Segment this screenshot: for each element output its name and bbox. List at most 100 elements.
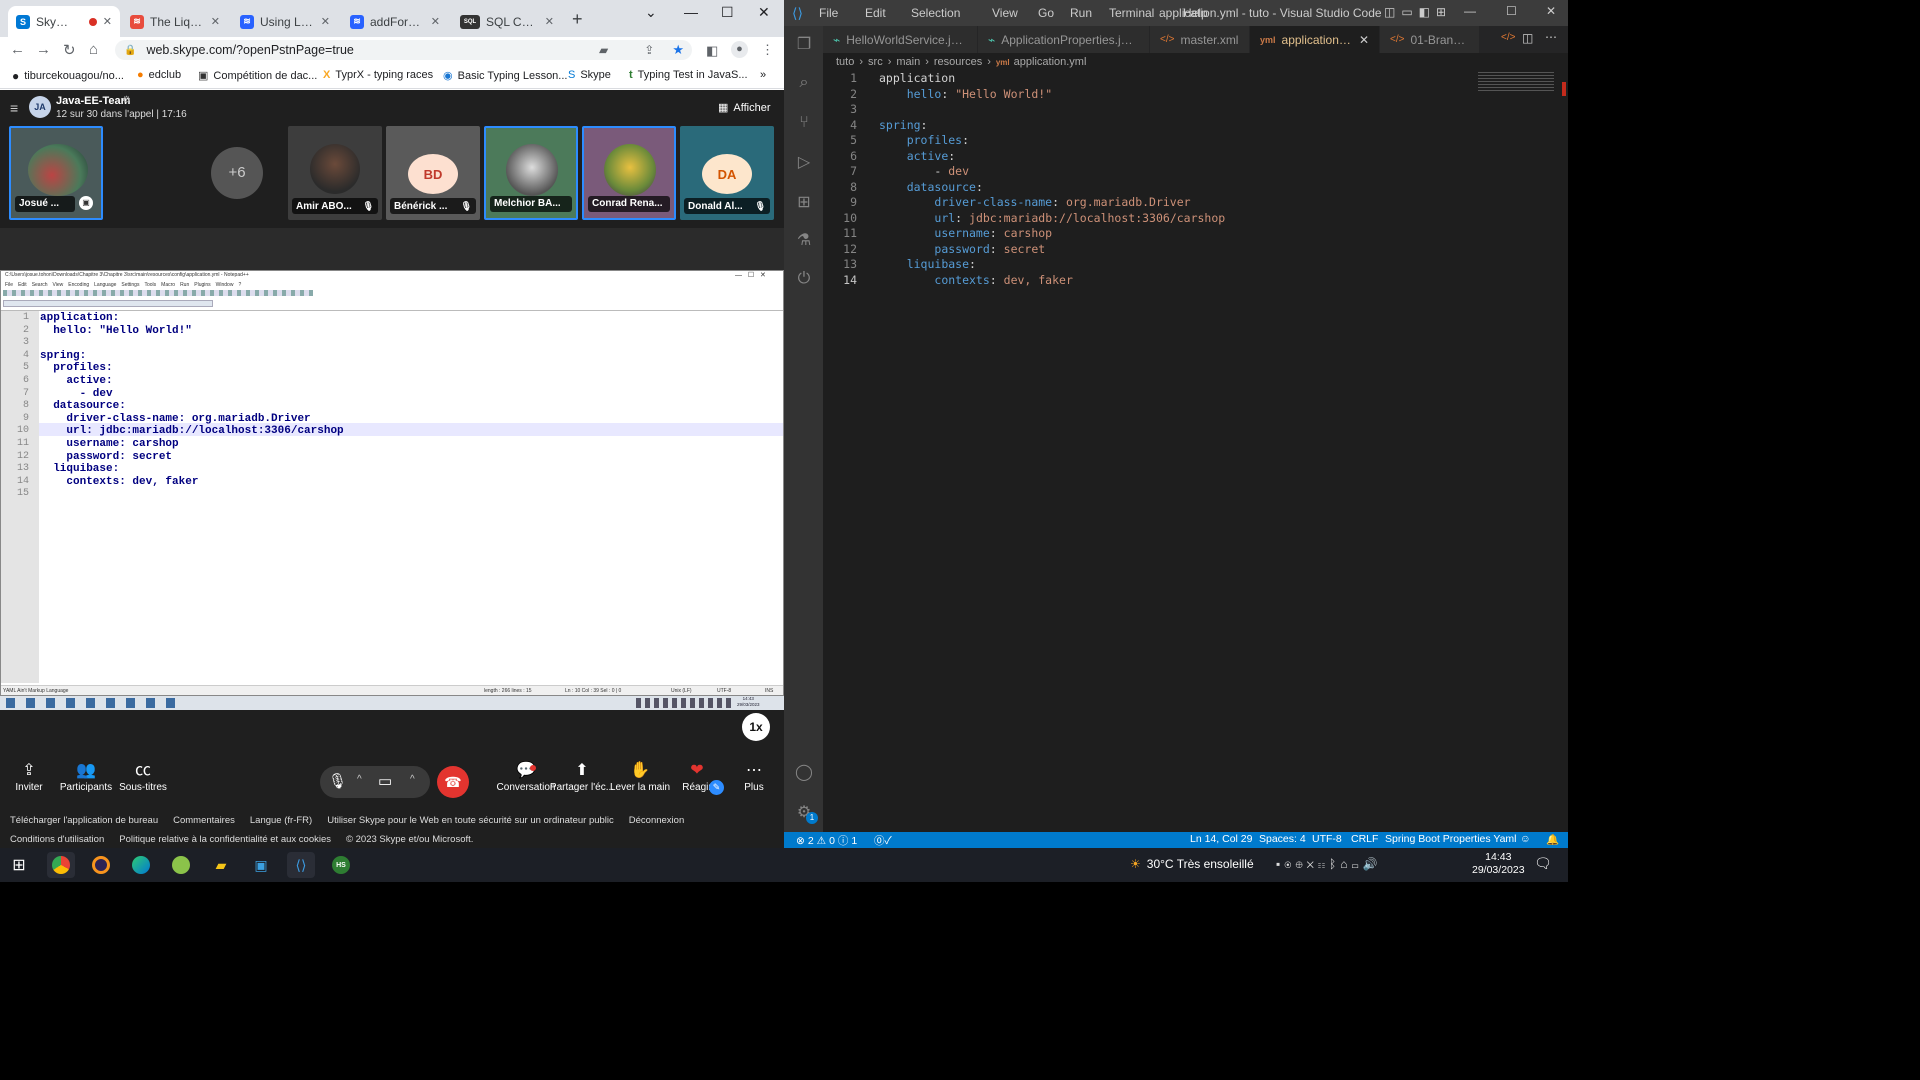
editor-tab[interactable]: ⌁ HelloWorldService.java: [823, 26, 978, 53]
run-debug-icon[interactable]: ▷: [794, 152, 814, 172]
accounts-icon[interactable]: ◯: [794, 762, 814, 782]
notifications-bell-icon[interactable]: 🔔: [1546, 833, 1559, 846]
tab-addforeignkey[interactable]: ≋ addForeignKe ✕: [342, 6, 448, 37]
vscode-close-button[interactable]: ✕: [1546, 4, 1556, 18]
playback-speed-badge[interactable]: 1x: [742, 713, 770, 741]
split-editor-icon[interactable]: ◫: [1522, 31, 1533, 45]
close-tab-icon[interactable]: ✕: [545, 15, 554, 28]
line-ending[interactable]: CRLF: [1351, 833, 1378, 845]
more-participants-badge[interactable]: +6: [211, 147, 263, 199]
notepad-menu-item[interactable]: Window: [216, 282, 234, 288]
footer-link[interactable]: Commentaires: [173, 815, 235, 826]
close-tab-icon[interactable]: ✕: [431, 15, 440, 28]
problems-indicator[interactable]: ⊗ 2 ⚠ 0 ⓘ 1: [796, 833, 857, 848]
notepad-menu-item[interactable]: View: [53, 282, 64, 288]
bookmark-item[interactable]: ◉ Basic Typing Lesson...: [443, 69, 567, 83]
open-preview-icon[interactable]: </>: [1501, 32, 1515, 43]
code-text[interactable]: username: carshop: [879, 226, 1052, 242]
code-text[interactable]: password: secret: [879, 242, 1045, 258]
mic-options-chevron-icon[interactable]: ^: [357, 774, 362, 785]
source-control-icon[interactable]: ⑂: [794, 114, 814, 134]
taskbar-clock[interactable]: 14:43 29/03/2023: [1472, 851, 1525, 877]
code-text[interactable]: active:: [879, 149, 955, 165]
new-tab-button[interactable]: +: [572, 9, 583, 30]
encoding[interactable]: UTF-8: [1312, 833, 1342, 845]
testing-icon[interactable]: ⚗: [794, 230, 814, 250]
footer-link[interactable]: Déconnexion: [629, 815, 684, 826]
participant-tile[interactable]: DA Donald Al... 🎙: [680, 126, 774, 220]
editor-tab[interactable]: </> master.xml: [1150, 26, 1250, 53]
breadcrumb-item[interactable]: main: [896, 56, 920, 68]
footer-link[interactable]: Politique relative à la confidentialité …: [119, 834, 331, 845]
more-button[interactable]: ⋯ Plus: [719, 760, 789, 793]
search-icon[interactable]: ⌕: [794, 74, 814, 94]
code-text[interactable]: spring:: [879, 118, 927, 134]
vscode-menu-item[interactable]: Edit: [865, 6, 886, 20]
tab-using-liquibase[interactable]: ≋ Using Liquiba ✕: [232, 6, 338, 37]
participant-tile[interactable]: Josué ... ▣: [9, 126, 103, 220]
spring-status-icon[interactable]: ⓪✓: [874, 833, 892, 848]
file-explorer-taskbar-icon[interactable]: ▰: [207, 852, 235, 878]
notepad-menu-item[interactable]: Language: [94, 282, 116, 288]
explorer-icon[interactable]: ❐: [794, 34, 814, 54]
chrome-taskbar-icon[interactable]: [47, 852, 75, 878]
bookmark-item[interactable]: X TyprX - typing races: [323, 69, 433, 81]
layout-toggle-icons[interactable]: ◫▭◧⊞: [1384, 5, 1452, 19]
code-text[interactable]: datasource:: [879, 180, 983, 196]
vscode-menu-item[interactable]: Selection: [911, 6, 960, 20]
close-tab-icon[interactable]: ✕: [321, 15, 330, 28]
hang-up-button[interactable]: ☎: [437, 766, 469, 798]
code-text[interactable]: contexts: dev, faker: [879, 273, 1073, 289]
vscode-menu-item[interactable]: View: [992, 6, 1018, 20]
hamburger-menu-icon[interactable]: ≡: [10, 100, 18, 116]
captions-button[interactable]: ㏄ Sous-titres: [108, 760, 178, 793]
bookmark-item[interactable]: S Skype: [568, 69, 611, 81]
notepad-menu-item[interactable]: Run: [180, 282, 189, 288]
notepad-menu-item[interactable]: Settings: [121, 282, 139, 288]
more-bookmarks-button[interactable]: »: [760, 69, 766, 81]
code-text[interactable]: application: [879, 71, 955, 87]
share-page-icon[interactable]: ⇪: [644, 43, 654, 57]
bookmark-item[interactable]: ▣ Compétition de dac...: [198, 69, 317, 83]
back-icon[interactable]: ←: [10, 41, 25, 58]
app-taskbar-icon[interactable]: [167, 852, 195, 878]
footer-link[interactable]: Utiliser Skype pour le Web en toute sécu…: [327, 815, 614, 826]
omnibox[interactable]: 🔒 web.skype.com/?openPstnPage=true ▰ ⇪ ★: [115, 40, 692, 60]
tab-skype[interactable]: S Skype ✕: [8, 6, 120, 37]
hs-taskbar-icon[interactable]: HS: [327, 852, 355, 878]
breadcrumb-item[interactable]: src: [868, 56, 883, 68]
footer-link[interactable]: Langue (fr-FR): [250, 815, 312, 826]
language-mode[interactable]: Spring Boot Properties Yaml: [1385, 833, 1517, 845]
settings-gear-icon[interactable]: ⚙: [122, 95, 131, 106]
close-tab-icon[interactable]: ✕: [103, 15, 112, 28]
tab-sql-create[interactable]: SQL SQL CREATE T ✕: [452, 6, 562, 37]
photos-taskbar-icon[interactable]: ▣: [247, 852, 275, 878]
maximize-button[interactable]: ☐: [721, 4, 734, 21]
group-name[interactable]: Java-EE-Team: [56, 95, 130, 107]
start-button[interactable]: ⊞: [5, 852, 33, 878]
profile-avatar-icon[interactable]: ●: [731, 41, 748, 58]
notepad-menu-item[interactable]: Macro: [161, 282, 175, 288]
notepad-menu-item[interactable]: Edit: [18, 282, 27, 288]
reload-icon[interactable]: ↻: [63, 41, 76, 59]
breadcrumb-item[interactable]: application.yml: [1014, 56, 1087, 68]
bookmark-star-icon[interactable]: ★: [672, 42, 684, 58]
camera-icon[interactable]: ▰: [599, 43, 608, 57]
breadcrumb-item[interactable]: resources: [934, 56, 982, 68]
code-text[interactable]: liquibase:: [879, 257, 976, 273]
code-text[interactable]: url: jdbc:mariadb://localhost:3306/carsh…: [879, 211, 1225, 227]
notepad-menu-item[interactable]: Plugins: [194, 282, 210, 288]
minimize-button[interactable]: —: [684, 4, 698, 20]
vscode-menu-item[interactable]: Run: [1070, 6, 1092, 20]
tab-search-icon[interactable]: ⌄: [645, 4, 657, 21]
vscode-taskbar-icon[interactable]: ⟨⟩: [287, 852, 315, 878]
notepad-menu-item[interactable]: Search: [32, 282, 48, 288]
vscode-menu-item[interactable]: File: [819, 6, 838, 20]
video-options-chevron-icon[interactable]: ^: [410, 774, 415, 785]
participant-tile[interactable]: Amir ABO... 🎙: [288, 126, 382, 220]
editor-tab[interactable]: ⌁ ApplicationProperties.java: [978, 26, 1150, 53]
show-button[interactable]: ▦ Afficher: [718, 101, 771, 115]
code-text[interactable]: - dev: [879, 164, 969, 180]
tab-liquibase[interactable]: ≋ The Liquibase ✕: [122, 6, 228, 37]
indentation[interactable]: Spaces: 4: [1259, 833, 1306, 845]
